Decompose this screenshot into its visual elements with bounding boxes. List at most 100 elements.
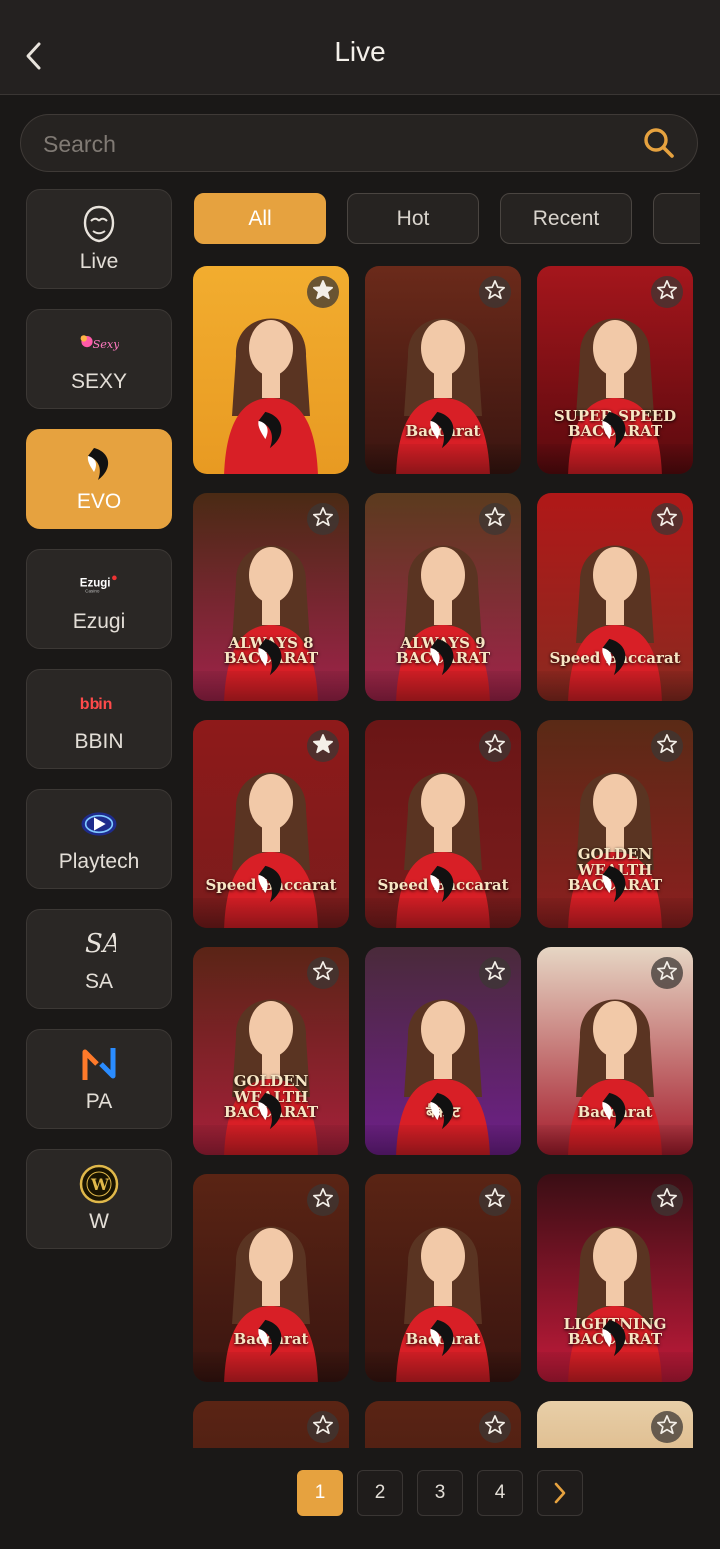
star-icon (484, 733, 506, 760)
star-icon (312, 1187, 334, 1214)
provider-evo[interactable]: EVO (26, 429, 172, 529)
star-icon (656, 1414, 678, 1441)
star-icon (484, 279, 506, 306)
game-card[interactable]: Speed Baccarat (193, 720, 349, 928)
game-card[interactable] (193, 1401, 349, 1448)
star-icon (656, 733, 678, 760)
filter-tab-all[interactable]: All (194, 193, 326, 244)
favorite-button[interactable] (651, 503, 683, 535)
provider-label: SEXY (70, 370, 128, 393)
star-icon (484, 960, 506, 987)
filter-tab-label: Recent (532, 206, 600, 230)
favorite-button[interactable] (479, 503, 511, 535)
game-card[interactable]: GOLDEN WEALTH BACCARAT (193, 947, 349, 1155)
filter-tab-fa[interactable]: Fa (653, 193, 700, 244)
filter-tab-label: All (248, 206, 272, 230)
favorite-button[interactable] (479, 1411, 511, 1443)
filter-tab-recent[interactable]: Recent (500, 193, 632, 244)
game-card[interactable]: SUPER SPEED BACCARAT (537, 266, 693, 474)
favorite-button[interactable] (307, 1184, 339, 1216)
game-card[interactable]: Baccarat (193, 1174, 349, 1382)
favorite-button[interactable] (307, 276, 339, 308)
search-button[interactable] (643, 127, 675, 164)
svg-text:W: W (90, 1175, 110, 1194)
page-button-4[interactable]: 4 (477, 1470, 523, 1516)
w-logo-icon: W (79, 1164, 119, 1204)
star-icon (656, 506, 678, 533)
page-button-3[interactable]: 3 (417, 1470, 463, 1516)
favorite-button[interactable] (479, 1184, 511, 1216)
evo-logo-icon (254, 408, 288, 452)
game-card[interactable]: GOLDEN WEALTH BACCARAT (537, 720, 693, 928)
favorite-button[interactable] (479, 957, 511, 989)
game-card[interactable]: Baccarat (365, 1174, 521, 1382)
favorite-button[interactable] (479, 730, 511, 762)
provider-label: SA (84, 970, 113, 993)
favorite-button[interactable] (651, 276, 683, 308)
game-card[interactable]: Speed Baccarat (365, 720, 521, 928)
playtech-logo-icon (79, 804, 119, 844)
evo-logo-icon (598, 408, 632, 452)
provider-bbin[interactable]: bb in BBIN (26, 669, 172, 769)
favorite-button[interactable] (651, 957, 683, 989)
game-card[interactable]: ALWAYS 9 BACCARAT (365, 493, 521, 701)
next-page-button[interactable] (537, 1470, 583, 1516)
evo-logo-icon (426, 635, 460, 679)
page-button-2[interactable]: 2 (357, 1470, 403, 1516)
provider-live[interactable]: Live (26, 189, 172, 289)
game-card[interactable]: Speed Baccarat (537, 493, 693, 701)
star-icon (312, 279, 334, 306)
game-card[interactable]: LIGHTNING BACCARAT (537, 1174, 693, 1382)
bbin-logo-icon: bb in (79, 684, 119, 724)
provider-label: Ezugi (72, 610, 126, 633)
game-card[interactable]: बैकरेट (365, 947, 521, 1155)
game-card[interactable]: Baccarat (365, 266, 521, 474)
evo-logo-icon (254, 635, 288, 679)
favorite-button[interactable] (307, 957, 339, 989)
favorite-button[interactable] (651, 1411, 683, 1443)
game-card[interactable] (365, 1401, 521, 1448)
pa-logo-icon (79, 1044, 119, 1084)
favorite-button[interactable] (307, 1411, 339, 1443)
provider-sexy[interactable]: Sexy SEXY (26, 309, 172, 409)
top-bar: Live (0, 0, 720, 95)
provider-w[interactable]: WW (26, 1149, 172, 1249)
svg-text:in: in (98, 696, 112, 713)
svg-text:Sexy: Sexy (93, 338, 119, 351)
star-icon (484, 1414, 506, 1441)
evo-logo-icon (598, 1089, 632, 1133)
page-button-1[interactable]: 1 (297, 1470, 343, 1516)
evo-logo-icon (598, 862, 632, 906)
page-number: 1 (314, 1482, 326, 1503)
favorite-button[interactable] (307, 503, 339, 535)
game-card[interactable]: ALWAYS 8 BACCARAT (193, 493, 349, 701)
provider-label: PA (85, 1090, 113, 1113)
evo-logo-icon (598, 1316, 632, 1360)
provider-playtech[interactable]: Playtech (26, 789, 172, 889)
provider-label: W (89, 1210, 109, 1233)
evo-logo-icon (79, 444, 119, 484)
game-card[interactable] (193, 266, 349, 474)
favorite-button[interactable] (479, 276, 511, 308)
game-card[interactable] (537, 1401, 693, 1448)
filter-tab-label: Hot (396, 206, 430, 230)
star-icon (656, 960, 678, 987)
provider-ezugi[interactable]: Ezugi Casino Ezugi (26, 549, 172, 649)
filter-tab-hot[interactable]: Hot (347, 193, 479, 244)
svg-text:Ezugi: Ezugi (80, 577, 111, 589)
game-card[interactable]: Baccarat (537, 947, 693, 1155)
favorite-button[interactable] (651, 1184, 683, 1216)
star-icon (312, 506, 334, 533)
provider-pa[interactable]: PA (26, 1029, 172, 1129)
provider-label: BBIN (74, 730, 124, 753)
search-icon (644, 128, 674, 158)
game-grid: BaccaratSUPER SPEED BACCARATALWAYS 8 BAC… (192, 264, 702, 1448)
search-input[interactable] (41, 115, 625, 173)
provider-sa[interactable]: SA SA (26, 909, 172, 1009)
evo-logo-icon (598, 635, 632, 679)
evo-logo-icon (426, 408, 460, 452)
favorite-button[interactable] (651, 730, 683, 762)
filter-tabs: All Hot Recent Fa (194, 190, 700, 250)
page-number: 3 (434, 1482, 446, 1503)
favorite-button[interactable] (307, 730, 339, 762)
